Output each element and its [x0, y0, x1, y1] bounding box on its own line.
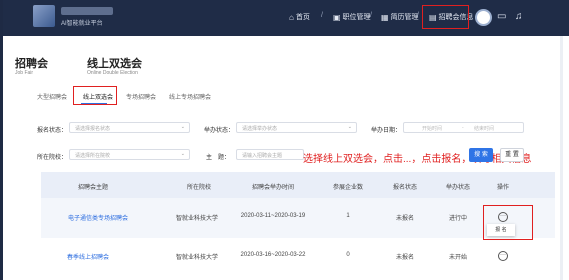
table-header — [41, 172, 555, 198]
nav-job-management[interactable]: ▣ 职位管理 — [333, 12, 371, 22]
tab-special-job-fair[interactable]: 专场招聘会 — [126, 92, 156, 101]
row-school: 智就业科技大学 — [175, 255, 219, 261]
tab-large-job-fair[interactable]: 大型招聘会 — [37, 92, 67, 101]
school-placeholder: 请选择所在院校 — [75, 153, 111, 159]
brand-subtitle: AI智能就业平台 — [61, 21, 103, 27]
nav-resume-management-label: 简历管理 — [390, 14, 419, 21]
date-range-picker[interactable]: 开始时间 - 结束时间 — [403, 122, 524, 133]
bell-icon[interactable]: ♫ — [515, 11, 523, 23]
row-signup-status: 未报名 — [395, 255, 415, 261]
platform-logo — [33, 5, 55, 27]
highlight-box-nav — [422, 5, 469, 29]
search-button[interactable]: 搜 索 — [469, 148, 493, 162]
school-label: 所在院校： — [37, 155, 68, 161]
section-title: 线上双选会 — [87, 58, 142, 70]
topic-placeholder: 请输入招聘会主题 — [242, 153, 283, 159]
user-avatar[interactable] — [475, 9, 492, 26]
home-icon: ⌂ — [289, 12, 294, 22]
topic-input[interactable]: 请输入招聘会主题 — [236, 149, 304, 160]
resume-icon: ▦ — [381, 12, 389, 22]
chevron-down-icon: ⌄ — [180, 151, 185, 157]
row-school: 智就业科技大学 — [175, 216, 219, 222]
nav-separator: / — [417, 12, 419, 19]
signup-status-label: 报名状态： — [37, 128, 68, 134]
row-time: 2020-03-16~2020-03-22 — [240, 252, 306, 258]
instruction-annotation: 选择线上双选会，点击...，点击报名，填写相关信息 — [303, 154, 532, 165]
chevron-down-icon: ⌄ — [180, 124, 185, 130]
holding-status-label: 举办状态： — [204, 128, 235, 134]
reset-button[interactable]: 重 置 — [500, 148, 524, 162]
chevron-down-icon: ⌄ — [347, 124, 352, 130]
brand-name-blurred — [61, 7, 113, 15]
date-separator: - — [462, 125, 464, 131]
column-header-holding-status: 举办状态 — [445, 185, 471, 191]
column-header-time: 招聘会举办时间 — [251, 185, 295, 191]
row-time: 2020-03-11~2020-03-19 — [240, 213, 306, 219]
row-signup-status: 未报名 — [395, 216, 415, 222]
signup-status-select[interactable]: 请选择报名状态 ⌄ — [69, 122, 190, 133]
page-title-en: Job Fair — [15, 70, 34, 76]
nav-job-management-label: 职位管理 — [342, 14, 371, 21]
job-icon: ▣ — [333, 12, 341, 22]
nav-home[interactable]: ⌂ 首页 — [289, 12, 310, 22]
nav-home-label: 首页 — [295, 14, 310, 21]
section-title-en: Online Double Election — [87, 70, 138, 76]
row-topic-link[interactable]: 电子通信类专场招聘会 — [68, 213, 128, 222]
holding-status-select[interactable]: 请选择举办状态 ⌄ — [236, 122, 357, 133]
date-end: 结束时间 — [474, 126, 495, 132]
page-title: 招聘会 — [15, 58, 48, 70]
nav-separator: / — [321, 12, 323, 19]
more-actions-icon[interactable]: ··· — [498, 251, 508, 261]
date-label: 举办日期： — [371, 128, 402, 134]
tab-online-special-job-fair[interactable]: 线上专场招聘会 — [169, 92, 211, 101]
nav-separator: / — [370, 12, 372, 19]
column-header-actions: 操作 — [496, 185, 510, 191]
school-select[interactable]: 请选择所在院校 ⌄ — [69, 149, 190, 160]
row-companies: 0 — [346, 252, 350, 258]
highlight-box-tab — [73, 86, 117, 105]
holding-status-placeholder: 请选择举办状态 — [242, 126, 278, 132]
date-start: 开始时间 — [422, 126, 443, 132]
topic-label: 主 题： — [206, 155, 231, 161]
row-companies: 1 — [346, 213, 350, 219]
signup-status-placeholder: 请选择报名状态 — [75, 126, 111, 132]
row-holding-status: 未开始 — [448, 255, 468, 261]
row-topic-link[interactable]: 春季线上招聘会 — [67, 252, 109, 261]
top-navbar: AI智能就业平台 ⌂ 首页 / ▣ 职位管理 / ▦ 简历管理 / ▤ 招聘会信… — [3, 0, 569, 36]
row-holding-status: 进行中 — [448, 216, 468, 222]
message-icon[interactable]: ▭ — [497, 11, 506, 23]
column-header-companies: 参展企业数 — [332, 185, 364, 191]
column-header-topic: 招聘会主题 — [77, 185, 109, 191]
column-header-school: 所在院校 — [186, 185, 212, 191]
nav-resume-management[interactable]: ▦ 简历管理 — [381, 12, 419, 22]
highlight-box-action — [483, 205, 533, 240]
column-header-signup-status: 报名状态 — [392, 185, 418, 191]
page: AI智能就业平台 ⌂ 首页 / ▣ 职位管理 / ▦ 简历管理 / ▤ 招聘会信… — [0, 0, 569, 280]
scrollbar[interactable] — [560, 36, 563, 280]
